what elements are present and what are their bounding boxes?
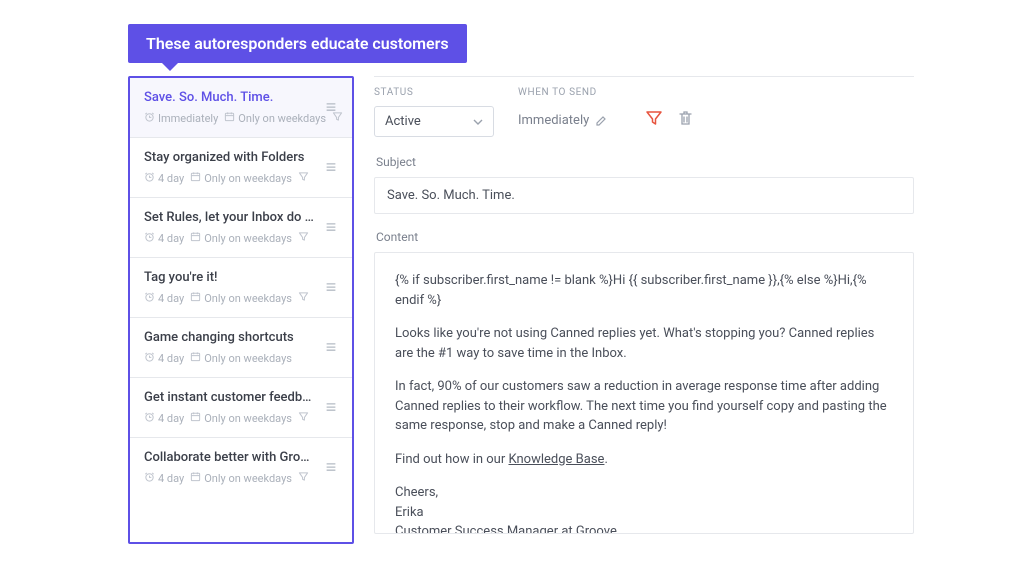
drag-handle[interactable]: ≡: [322, 281, 340, 295]
autoresponder-meta: 4 day Only on weekdays: [144, 351, 314, 365]
funnel-icon: [298, 291, 309, 305]
delay-meta: 4 day: [144, 171, 184, 185]
autoresponder-title: Get instant customer feedbac…: [144, 390, 314, 405]
schedule-meta: Only on weekdays: [190, 231, 292, 245]
autoresponder-meta: 4 day Only on weekdays: [144, 471, 314, 485]
trash-icon: [677, 109, 694, 127]
content-paragraph: Looks like you're not using Canned repli…: [395, 324, 893, 363]
filter-indicator: [298, 291, 309, 305]
autoresponder-item[interactable]: Set Rules, let your Inbox do th… 4 day Onl…: [130, 198, 352, 258]
funnel-icon: [645, 109, 663, 127]
status-field: STATUS Active: [374, 87, 494, 137]
autoresponder-meta: 4 day Only on weekdays: [144, 411, 314, 425]
filter-indicator: [298, 411, 309, 425]
content-signature: Cheers, Erika Customer Success Manager a…: [395, 483, 893, 534]
autoresponder-title: Collaborate better with Groups: [144, 450, 314, 465]
calendar-icon: [190, 291, 201, 305]
autoresponder-item[interactable]: Tag you're it! 4 day Only on weekdays ≡: [130, 258, 352, 318]
delay-meta: 4 day: [144, 411, 184, 425]
schedule-meta: Only on weekdays: [190, 171, 292, 185]
content-greeting: {% if subscriber.first_name != blank %}H…: [395, 271, 893, 310]
filter-indicator: [298, 231, 309, 245]
clock-icon: [144, 411, 155, 425]
autoresponder-item[interactable]: Save. So. Much. Time.ImmediatelyOnly on …: [130, 78, 352, 138]
filter-indicator: [298, 171, 309, 185]
content-paragraph: In fact, 90% of our customers saw a redu…: [395, 377, 893, 436]
content-paragraph: Find out how in our Knowledge Base.: [395, 450, 893, 470]
clock-icon: [144, 351, 155, 365]
delay-meta: 4 day: [144, 291, 184, 305]
status-label: STATUS: [374, 87, 494, 98]
funnel-icon: [298, 411, 309, 425]
calendar-icon: [190, 171, 201, 185]
autoresponder-title: Game changing shortcuts: [144, 330, 314, 345]
workspace: Save. So. Much. Time.ImmediatelyOnly on …: [128, 76, 914, 544]
autoresponder-meta: 4 day Only on weekdays: [144, 231, 314, 245]
autoresponder-item[interactable]: Game changing shortcuts 4 day Only on week…: [130, 318, 352, 378]
calendar-icon: [190, 411, 201, 425]
filter-indicator: [298, 471, 309, 485]
clock-icon: [144, 471, 155, 485]
when-field: WHEN TO SEND Immediately: [518, 87, 607, 128]
calendar-icon: [190, 471, 201, 485]
chevron-down-icon: [473, 117, 483, 127]
delay-meta: 4 day: [144, 351, 184, 365]
status-value: Active: [385, 114, 421, 129]
pencil-edit-icon: [595, 115, 607, 127]
detail-header-row: STATUS Active WHEN TO SEND Immediately: [374, 87, 914, 137]
schedule-meta: Only on weekdays: [190, 291, 292, 305]
funnel-icon: [298, 471, 309, 485]
delay-meta: 4 day: [144, 471, 184, 485]
delay-meta: 4 day: [144, 231, 184, 245]
clock-icon: [144, 171, 155, 185]
autoresponder-item[interactable]: Stay organized with Folders 4 day Only on …: [130, 138, 352, 198]
calendar-icon: [224, 111, 235, 125]
schedule-meta: Only on weekdays: [190, 471, 292, 485]
delete-button[interactable]: [677, 109, 694, 131]
clock-icon: [144, 231, 155, 245]
when-label: WHEN TO SEND: [518, 87, 607, 98]
detail-actions: [645, 87, 694, 131]
knowledge-base-link[interactable]: Knowledge Base: [508, 452, 604, 467]
drag-handle[interactable]: ≡: [322, 401, 340, 415]
autoresponder-title: Stay organized with Folders: [144, 150, 314, 165]
drag-handle[interactable]: ≡: [322, 461, 340, 475]
autoresponder-item[interactable]: Collaborate better with Groups 4 day Only …: [130, 438, 352, 497]
delay-meta: Immediately: [144, 111, 218, 125]
detail-panel: STATUS Active WHEN TO SEND Immediately: [374, 76, 914, 544]
clock-icon: [144, 111, 155, 125]
autoresponder-title: Set Rules, let your Inbox do th…: [144, 210, 314, 225]
autoresponder-meta: ImmediatelyOnly on weekdays: [144, 111, 314, 125]
subject-label: Subject: [376, 155, 914, 169]
drag-handle[interactable]: ≡: [322, 221, 340, 235]
autoresponder-meta: 4 day Only on weekdays: [144, 171, 314, 185]
funnel-icon: [298, 171, 309, 185]
when-value: Immediately: [518, 113, 589, 128]
autoresponder-meta: 4 day Only on weekdays: [144, 291, 314, 305]
autoresponder-title: Save. So. Much. Time.: [144, 90, 314, 105]
schedule-meta: Only on weekdays: [224, 111, 326, 125]
content-label: Content: [376, 230, 914, 244]
filter-button[interactable]: [645, 109, 663, 131]
schedule-meta: Only on weekdays: [190, 411, 292, 425]
funnel-icon: [298, 231, 309, 245]
callout-banner: These autoresponders educate customers: [128, 24, 467, 63]
subject-input[interactable]: Save. So. Much. Time.: [374, 177, 914, 214]
clock-icon: [144, 291, 155, 305]
autoresponder-list: Save. So. Much. Time.ImmediatelyOnly on …: [128, 76, 354, 544]
status-select[interactable]: Active: [374, 106, 494, 137]
drag-handle[interactable]: ≡: [322, 101, 340, 115]
calendar-icon: [190, 231, 201, 245]
drag-handle[interactable]: ≡: [322, 161, 340, 175]
content-editor[interactable]: {% if subscriber.first_name != blank %}H…: [374, 252, 914, 534]
calendar-icon: [190, 351, 201, 365]
autoresponder-title: Tag you're it!: [144, 270, 314, 285]
drag-handle[interactable]: ≡: [322, 341, 340, 355]
autoresponder-item[interactable]: Get instant customer feedbac… 4 day Only o…: [130, 378, 352, 438]
schedule-meta: Only on weekdays: [190, 351, 292, 365]
when-to-send-button[interactable]: Immediately: [518, 106, 607, 128]
